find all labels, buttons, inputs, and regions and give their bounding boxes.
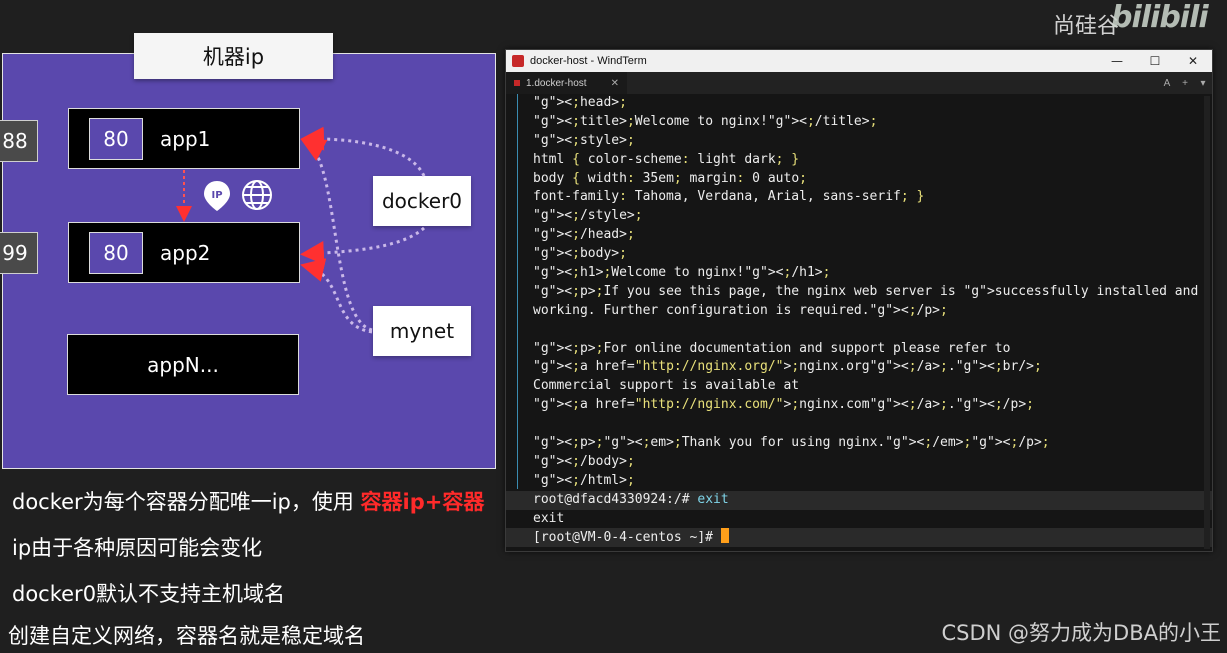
terminal-line: html { color-scheme: light dark; } (533, 151, 800, 167)
tab-session-icon (514, 80, 520, 86)
terminal-cursor (720, 528, 729, 544)
terminal-line: "g"><;a href="http://nginx.com/">;nginx.… (533, 397, 1034, 413)
tab-bar: 1.docker-host ✕ A + ▾ (506, 72, 1212, 94)
bullet-3: docker0默认不支持主机域名 (12, 582, 286, 606)
terminal-line: "g"><;body>; (533, 246, 627, 262)
tab-docker-host[interactable]: 1.docker-host ✕ (506, 72, 627, 94)
maximize-button[interactable]: ☐ (1136, 54, 1174, 68)
close-button[interactable]: ✕ (1174, 54, 1212, 68)
prompt-line-container: root@dfacd4330924:/# exit (506, 490, 1212, 510)
tab-label: 1.docker-host (526, 77, 587, 89)
prompt-line-host[interactable]: [root@VM-0-4-centos ~]# (506, 528, 1212, 548)
terminal-line: "g"><;p>;If you see this page, the nginx… (533, 283, 1199, 299)
bilibili-logo: bilibili (1111, 0, 1209, 35)
exit-command: exit (697, 491, 729, 507)
minimize-button[interactable]: — (1098, 54, 1136, 68)
terminal-line: "g"><;/html>; (533, 472, 635, 488)
terminal-line: "g"><;p>;For online documentation and su… (533, 340, 1011, 356)
window-titlebar[interactable]: docker-host - WindTerm — ☐ ✕ (506, 50, 1212, 72)
terminal-output[interactable]: "g"><;head>; "g"><;title>;Welcome to ngin… (506, 94, 1212, 548)
terminal-line: "g"><;title>;Welcome to nginx!"g"><;/tit… (533, 113, 878, 129)
host-prompt: [root@VM-0-4-centos ~]# (533, 530, 721, 546)
ip-location-icon: IP (204, 181, 230, 211)
bullet-1-highlight: 容器ip+容器 (360, 490, 485, 514)
bullet-1: docker为每个容器分配唯一ip，使用 容器ip+容器 (12, 486, 484, 516)
window-title: docker-host - WindTerm (530, 55, 647, 67)
terminal-line: "g"><;p>;"g"><;em>;Thank you for using n… (533, 435, 1050, 451)
terminal-line: font-family: Tahoma, Verdana, Arial, san… (533, 189, 925, 205)
terminal-line: working. Further configuration is requir… (533, 302, 948, 318)
font-size-button[interactable]: A (1158, 78, 1176, 89)
exit-output: exit (533, 510, 565, 526)
svg-text:IP: IP (211, 190, 222, 201)
csdn-watermark: CSDN @努力成为DBA的小王 (941, 621, 1222, 645)
terminal-line: "g"><;head>; (533, 95, 627, 110)
terminal-line: "g"><;h1>;Welcome to nginx!"g"><;/h1>; (533, 265, 831, 281)
terminal-window: docker-host - WindTerm — ☐ ✕ 1.docker-ho… (505, 49, 1213, 552)
scrollbar[interactable] (1204, 96, 1210, 549)
connection-arrows (176, 126, 426, 334)
tab-close-icon[interactable]: ✕ (611, 78, 619, 89)
tab-menu-button[interactable]: ▾ (1194, 78, 1212, 89)
terminal-line: "g"><;style>; (533, 132, 635, 148)
terminal-line: "g"><;/body>; (533, 453, 635, 469)
bullet-2: ip由于各种原因可能会变化 (12, 536, 263, 560)
new-tab-button[interactable]: + (1176, 78, 1194, 89)
windterm-app-icon (512, 55, 524, 67)
output-fold-gutter (517, 94, 518, 489)
bullet-1-text: docker为每个容器分配唯一ip，使用 (12, 490, 361, 514)
terminal-line: "g"><;a href="http://nginx.org/">;nginx.… (533, 359, 1042, 375)
publisher-logo: 尚硅谷 (1052, 14, 1119, 39)
bullet-4: 创建自定义网络，容器名就是稳定域名 (8, 624, 365, 648)
globe-icon (242, 180, 272, 210)
terminal-line: "g"><;/style>; (533, 208, 643, 224)
terminal-line: body { width: 35em; margin: 0 auto; (533, 170, 807, 186)
terminal-line: Commercial support is available at (533, 378, 800, 394)
container-prompt: root@dfacd4330924:/# (533, 491, 698, 507)
terminal-line: "g"><;/head>; (533, 227, 635, 243)
